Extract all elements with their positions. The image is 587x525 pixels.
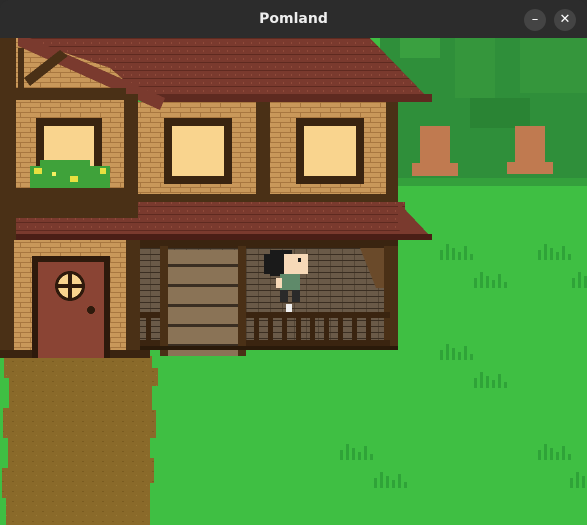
close-button[interactable]: ✕ <box>554 9 576 31</box>
porch-railing <box>246 312 390 318</box>
front-door[interactable] <box>32 256 110 358</box>
window-right <box>296 118 364 184</box>
game-viewport[interactable] <box>0 38 587 525</box>
title-bar[interactable]: Pomland – ✕ <box>0 0 587 38</box>
game-window: Pomland – ✕ <box>0 0 587 525</box>
forest-background <box>380 38 587 186</box>
flower-box <box>16 160 126 218</box>
window-middle <box>164 118 232 184</box>
window-title: Pomland <box>259 11 328 27</box>
minimize-button[interactable]: – <box>524 9 546 31</box>
dirt-path <box>2 356 158 525</box>
